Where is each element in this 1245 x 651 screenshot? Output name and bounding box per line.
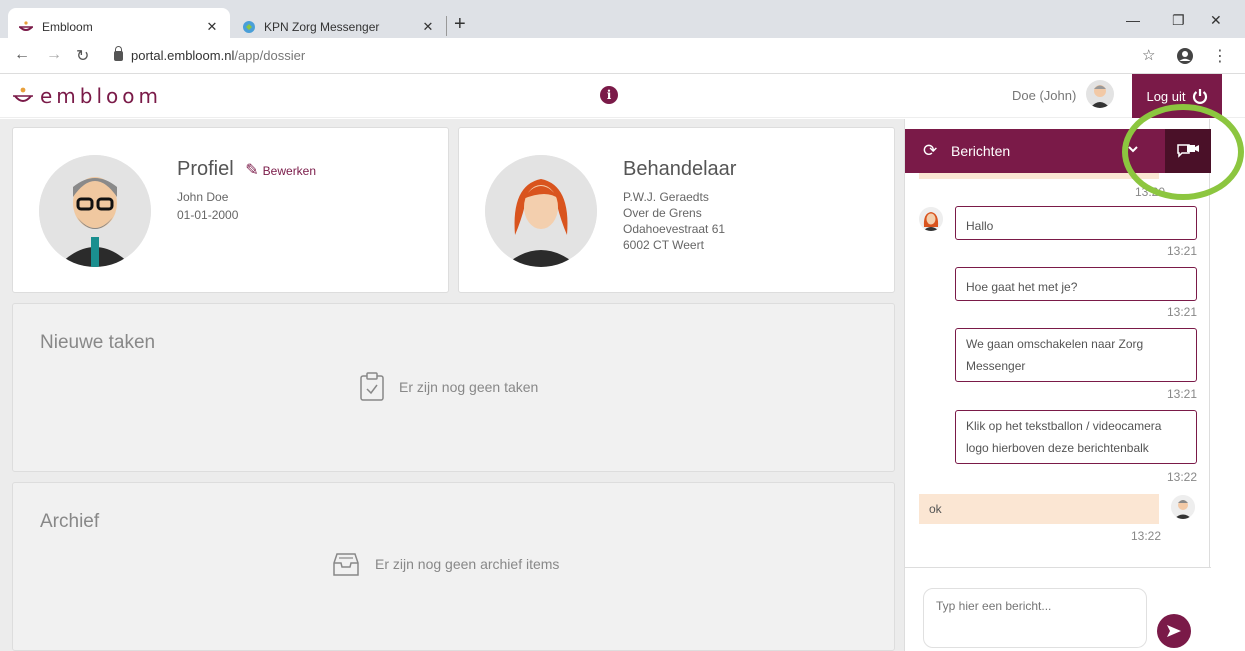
send-button[interactable] — [1157, 614, 1191, 648]
window-close-icon[interactable]: ✕ — [1210, 12, 1222, 29]
minimize-icon[interactable]: — — [1126, 12, 1140, 28]
forward-icon[interactable]: → — [46, 46, 62, 64]
tasks-title: Nieuwe taken — [40, 332, 156, 353]
profile-dob: 01-01-2000 — [177, 208, 239, 222]
tasks-panel: Nieuwe taken Er zijn nog geen taken — [12, 303, 895, 472]
app-header: embloom i Doe (John) Log uit — [0, 74, 1245, 118]
therapist-line: P.W.J. Geraedts — [623, 190, 709, 204]
send-icon — [1167, 625, 1181, 637]
message-bubble: Hallo — [955, 206, 1197, 240]
message-text: Hallo — [966, 219, 994, 233]
message-bubble: Klik op het tekstballon / videocamera lo… — [955, 410, 1197, 464]
chat-title: Berichten — [951, 143, 1011, 159]
chat-header: ⟳ Berichten — [905, 129, 1211, 173]
chat-input-area — [905, 567, 1211, 651]
refresh-icon[interactable]: ⟳ — [923, 141, 937, 161]
message-time: 13:21 — [1166, 387, 1197, 401]
speech-video-icon — [1177, 144, 1199, 158]
message-time: 13:22 — [1130, 529, 1161, 543]
lock-icon — [114, 46, 123, 61]
archive-title: Archief — [40, 511, 100, 532]
archive-box-icon — [333, 553, 359, 576]
therapist-small-avatar — [919, 207, 943, 231]
message-text: ok — [929, 502, 942, 516]
url-field[interactable]: portal.embloom.nl/app/dossier — [114, 46, 306, 63]
message-time: 13:20 — [1134, 185, 1165, 199]
archive-empty-message: Er zijn nog geen archief items — [331, 551, 559, 577]
tasks-empty-message: Er zijn nog geen taken — [359, 372, 538, 402]
info-icon[interactable]: i — [600, 86, 618, 104]
embloom-logo-icon — [13, 87, 33, 102]
star-icon[interactable]: ☆ — [1142, 46, 1155, 64]
tasks-empty-text: Er zijn nog geen taken — [399, 379, 539, 395]
close-icon[interactable]: ✕ — [420, 19, 436, 35]
tab-title: KPN Zorg Messenger — [264, 20, 380, 34]
message-time: 13:22 — [1166, 470, 1197, 484]
user-small-avatar — [1171, 495, 1195, 519]
profile-name: John Doe — [177, 190, 229, 204]
browser-menu-icon[interactable]: ⋮ — [1212, 46, 1228, 66]
profile-title-row: Profiel ✎ Bewerken — [177, 158, 316, 181]
message-text: Klik op het tekstballon / videocamera lo… — [966, 419, 1162, 455]
url-domain: portal.embloom.nl — [131, 48, 235, 63]
chat-panel: ⟳ Berichten 13:20 Hallo 13:21 Hoe gaat h… — [904, 119, 1211, 651]
message-bubble: We gaan omschakelen naar Zorg Messenger — [955, 328, 1197, 382]
profile-avatar — [39, 155, 151, 267]
tab-title: Embloom — [42, 20, 93, 34]
embloom-logo[interactable]: embloom — [12, 84, 162, 108]
logout-label: Log uit — [1146, 88, 1186, 104]
self-message-bubble: ok — [919, 494, 1159, 524]
kpn-favicon-icon — [243, 21, 255, 33]
restore-icon[interactable]: ❐ — [1172, 12, 1185, 29]
message-input[interactable] — [923, 588, 1147, 648]
therapist-line: Odahoevestraat 61 — [623, 222, 726, 236]
therapist-line: Over de Grens — [623, 206, 702, 220]
message-time: 13:21 — [1166, 305, 1197, 319]
therapist-avatar — [485, 155, 597, 267]
dossier-main: Profiel ✎ Bewerken John Doe 01-01-2000 Be… — [0, 119, 904, 651]
archive-panel: Archief Er zijn nog geen archief items — [12, 482, 895, 651]
archive-empty-text: Er zijn nog geen archief items — [375, 556, 560, 572]
back-icon[interactable]: ← — [14, 46, 30, 64]
edit-icon[interactable]: ✎ — [245, 162, 258, 179]
url-path: /app/dossier — [234, 48, 306, 63]
user-name: Doe (John) — [1012, 88, 1077, 103]
message-text: We gaan omschakelen naar Zorg Messenger — [966, 337, 1144, 373]
account-icon[interactable] — [1176, 47, 1194, 65]
chevron-down-icon[interactable] — [1127, 143, 1139, 155]
video-chat-button[interactable] — [1165, 129, 1211, 173]
logo-text: embloom — [40, 84, 162, 108]
address-bar: ← → ↻ portal.embloom.nl/app/dossier ☆ ⋮ — [0, 38, 1245, 74]
new-tab-icon[interactable]: + — [454, 13, 466, 36]
close-icon[interactable]: ✕ — [204, 19, 220, 35]
therapist-card: Behandelaar P.W.J. Geraedts Over de Gren… — [458, 127, 895, 293]
message-text: Hoe gaat het met je? — [966, 280, 1078, 294]
message-bubble: Hoe gaat het met je? — [955, 267, 1197, 301]
profile-card: Profiel ✎ Bewerken John Doe 01-01-2000 — [12, 127, 449, 293]
logout-button[interactable]: Log uit — [1132, 74, 1222, 118]
message-time: 13:21 — [1166, 244, 1197, 258]
power-icon — [1192, 89, 1207, 104]
tab-divider — [446, 16, 447, 36]
embloom-favicon-icon — [19, 21, 33, 31]
avatar[interactable] — [1086, 80, 1114, 108]
therapist-title: Behandelaar — [623, 158, 737, 180]
therapist-line: 6002 CT Weert — [623, 238, 704, 252]
edit-button[interactable]: Bewerken — [263, 164, 316, 178]
self-message-partial — [919, 173, 1159, 179]
profile-title: Profiel — [177, 158, 234, 180]
reload-icon[interactable]: ↻ — [76, 46, 89, 66]
clipboard-icon — [360, 372, 384, 401]
